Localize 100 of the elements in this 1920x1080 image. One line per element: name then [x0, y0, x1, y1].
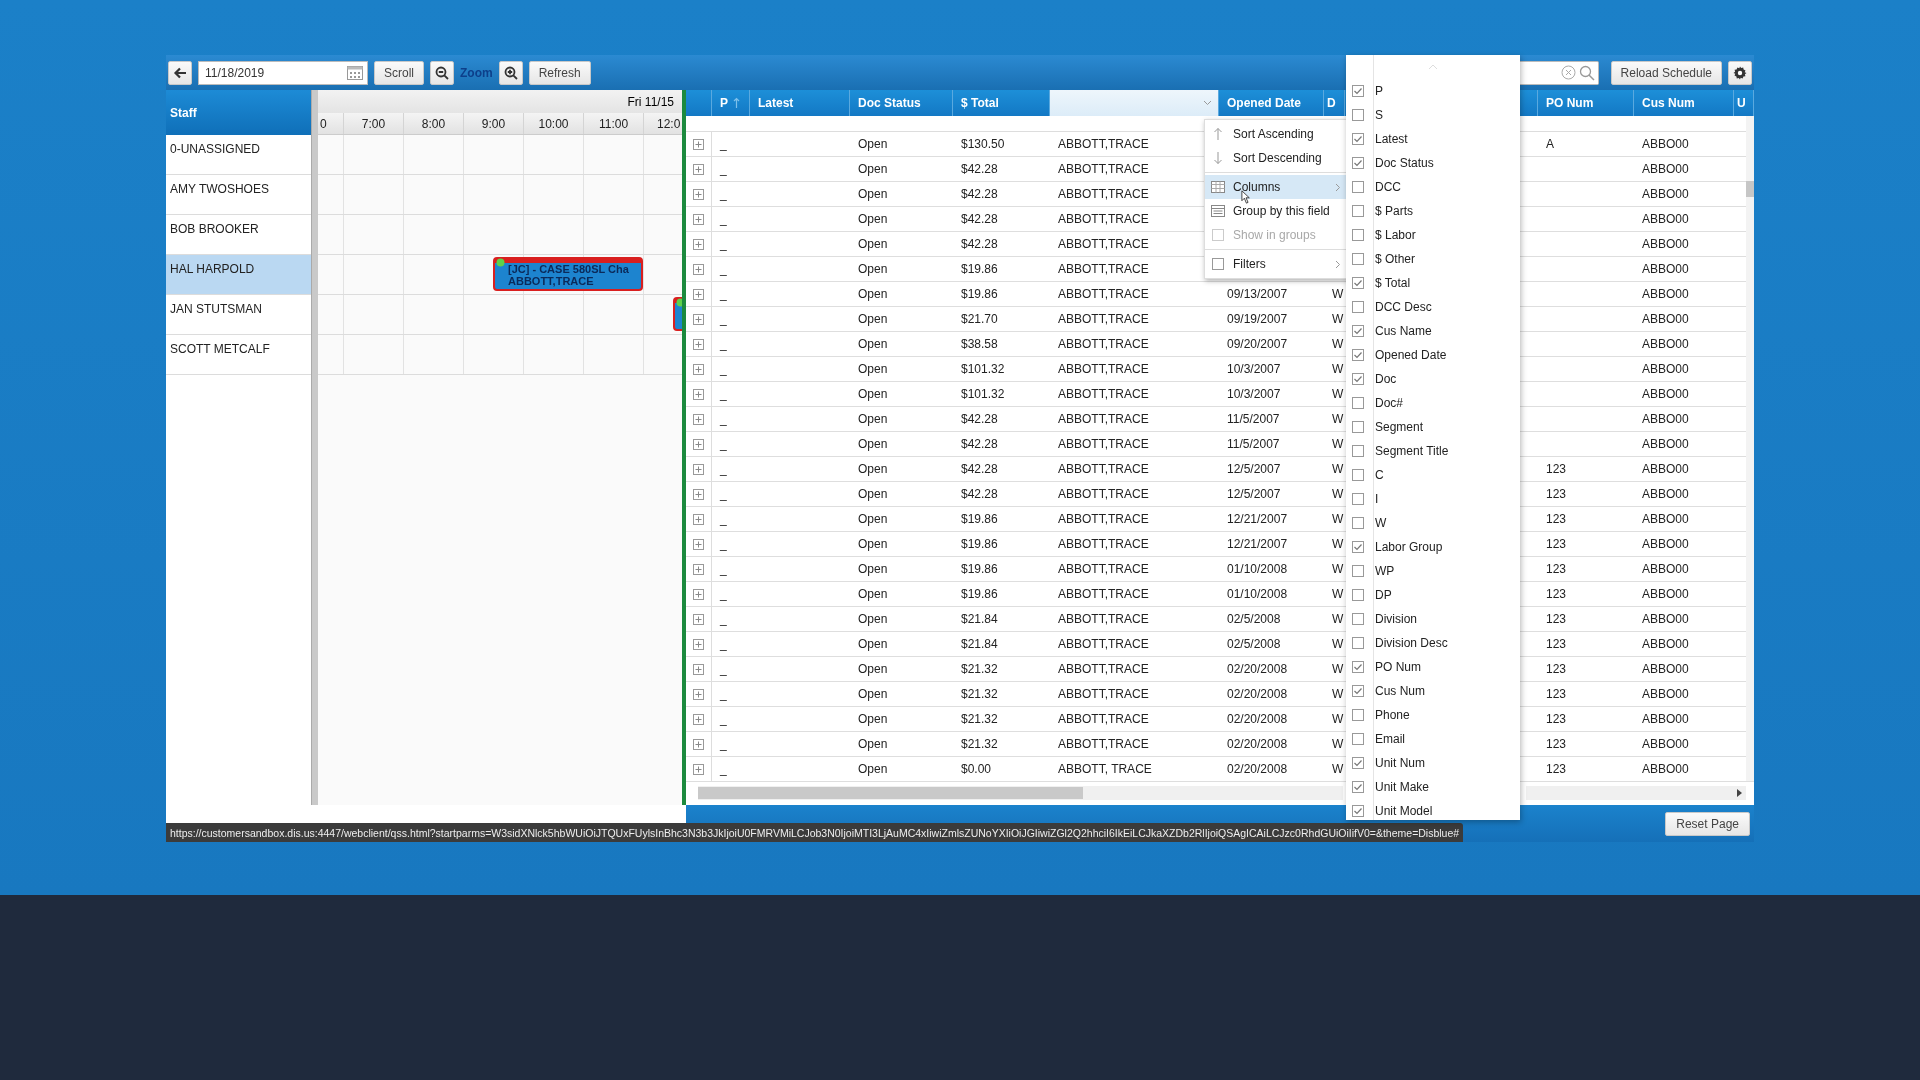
column-option[interactable]: DP	[1346, 583, 1520, 607]
checkbox[interactable]	[1352, 421, 1364, 433]
checkbox[interactable]	[1352, 133, 1364, 145]
expand-icon[interactable]	[693, 438, 704, 450]
expand-icon[interactable]	[693, 688, 704, 700]
expand-icon[interactable]	[693, 288, 704, 300]
checkbox[interactable]	[1352, 445, 1364, 457]
checkbox[interactable]	[1352, 205, 1364, 217]
checkbox[interactable]	[1352, 109, 1364, 121]
menu-item[interactable]: Sort Descending	[1205, 146, 1347, 170]
scroll-button[interactable]: Scroll	[374, 60, 424, 85]
column-option[interactable]: Division	[1346, 607, 1520, 631]
column-option[interactable]: Unit Model	[1346, 799, 1520, 823]
expand-icon[interactable]	[693, 388, 704, 400]
expand-icon[interactable]	[693, 263, 704, 275]
expand-icon[interactable]	[693, 238, 704, 250]
column-option[interactable]: P	[1346, 79, 1520, 103]
settings-button[interactable]	[1728, 60, 1752, 85]
column-option[interactable]: $ Labor	[1346, 223, 1520, 247]
checkbox[interactable]	[1352, 805, 1364, 817]
menu-item[interactable]: Filters	[1205, 252, 1347, 276]
column-option[interactable]: Latest	[1346, 127, 1520, 151]
expand-icon[interactable]	[693, 638, 704, 650]
calendar-icon[interactable]	[347, 65, 363, 80]
checkbox[interactable]	[1352, 565, 1364, 577]
column-option[interactable]: Phone	[1346, 703, 1520, 727]
column-option[interactable]: I	[1346, 487, 1520, 511]
column-option[interactable]: Unit Num	[1346, 751, 1520, 775]
column-option[interactable]: Opened Date	[1346, 343, 1520, 367]
checkbox[interactable]	[1352, 85, 1364, 97]
column-option[interactable]: Labor Group	[1346, 535, 1520, 559]
column-option[interactable]: Segment Title	[1346, 439, 1520, 463]
reset-page-button[interactable]: Reset Page	[1665, 811, 1750, 836]
expand-icon[interactable]	[693, 463, 704, 475]
checkbox[interactable]	[1352, 397, 1364, 409]
scroll-right-icon[interactable]	[1737, 789, 1742, 797]
checkbox[interactable]	[1352, 349, 1364, 361]
expand-icon[interactable]	[693, 513, 704, 525]
search-icon[interactable]	[1578, 64, 1595, 81]
staff-row[interactable]: HAL HARPOLD	[166, 255, 311, 295]
checkbox[interactable]	[1352, 613, 1364, 625]
column-option[interactable]: Division Desc	[1346, 631, 1520, 655]
expand-icon[interactable]	[693, 663, 704, 675]
column-option[interactable]: S	[1346, 103, 1520, 127]
expand-icon[interactable]	[693, 488, 704, 500]
column-option[interactable]: WP	[1346, 559, 1520, 583]
zoom-out-button[interactable]	[430, 60, 454, 85]
column-option[interactable]: $ Other	[1346, 247, 1520, 271]
checkbox[interactable]	[1352, 685, 1364, 697]
checkbox[interactable]	[1352, 469, 1364, 481]
column-option[interactable]: W	[1346, 511, 1520, 535]
expand-icon[interactable]	[693, 763, 704, 775]
expand-icon[interactable]	[693, 163, 704, 175]
checkbox[interactable]	[1352, 517, 1364, 529]
checkbox[interactable]	[1352, 781, 1364, 793]
checkbox[interactable]	[1352, 733, 1364, 745]
column-option[interactable]: PO Num	[1346, 655, 1520, 679]
checkbox[interactable]	[1352, 325, 1364, 337]
expand-icon[interactable]	[693, 563, 704, 575]
back-button[interactable]	[168, 60, 192, 85]
checkbox[interactable]	[1352, 277, 1364, 289]
column-option[interactable]: Doc	[1346, 367, 1520, 391]
checkbox[interactable]	[1352, 493, 1364, 505]
expand-icon[interactable]	[693, 363, 704, 375]
checkbox[interactable]	[1352, 157, 1364, 169]
expand-icon[interactable]	[693, 738, 704, 750]
column-option[interactable]: Doc#	[1346, 391, 1520, 415]
column-option[interactable]: C	[1346, 463, 1520, 487]
clear-icon[interactable]	[1560, 65, 1576, 80]
expand-icon[interactable]	[693, 713, 704, 725]
column-option[interactable]: Cus Num	[1346, 679, 1520, 703]
column-option[interactable]: $ Total	[1346, 271, 1520, 295]
column-option[interactable]: DCC Desc	[1346, 295, 1520, 319]
reload-schedule-button[interactable]: Reload Schedule	[1610, 60, 1722, 85]
expand-icon[interactable]	[693, 588, 704, 600]
date-field[interactable]: 11/18/2019	[198, 60, 368, 85]
menu-item[interactable]: Sort Ascending	[1205, 122, 1347, 146]
column-option[interactable]: Unit Make	[1346, 775, 1520, 799]
checkbox[interactable]	[1352, 181, 1364, 193]
refresh-button[interactable]: Refresh	[528, 60, 591, 85]
zoom-in-button[interactable]	[498, 60, 523, 85]
checkbox[interactable]	[1352, 373, 1364, 385]
column-option[interactable]: Cus Name	[1346, 319, 1520, 343]
column-header[interactable]: D	[1324, 90, 1345, 116]
appointment-block[interactable]: [JC] - CASE 580SL Cha ABBOTT,TRACE	[493, 257, 643, 291]
checkbox[interactable]	[1352, 301, 1364, 313]
expand-icon[interactable]	[693, 213, 704, 225]
vertical-scrollbar[interactable]	[1746, 116, 1754, 781]
checkbox[interactable]	[1352, 757, 1364, 769]
checkbox[interactable]	[1352, 541, 1364, 553]
checkbox[interactable]	[1352, 709, 1364, 721]
expand-icon[interactable]	[693, 413, 704, 425]
search-field[interactable]	[1518, 60, 1599, 85]
horizontal-scrollbar[interactable]	[698, 786, 1343, 800]
checkbox[interactable]	[1352, 229, 1364, 241]
expand-icon[interactable]	[693, 188, 704, 200]
scrollbar-track[interactable]	[1526, 786, 1746, 800]
expand-icon[interactable]	[693, 538, 704, 550]
checkbox[interactable]	[1352, 589, 1364, 601]
checkbox[interactable]	[1352, 661, 1364, 673]
